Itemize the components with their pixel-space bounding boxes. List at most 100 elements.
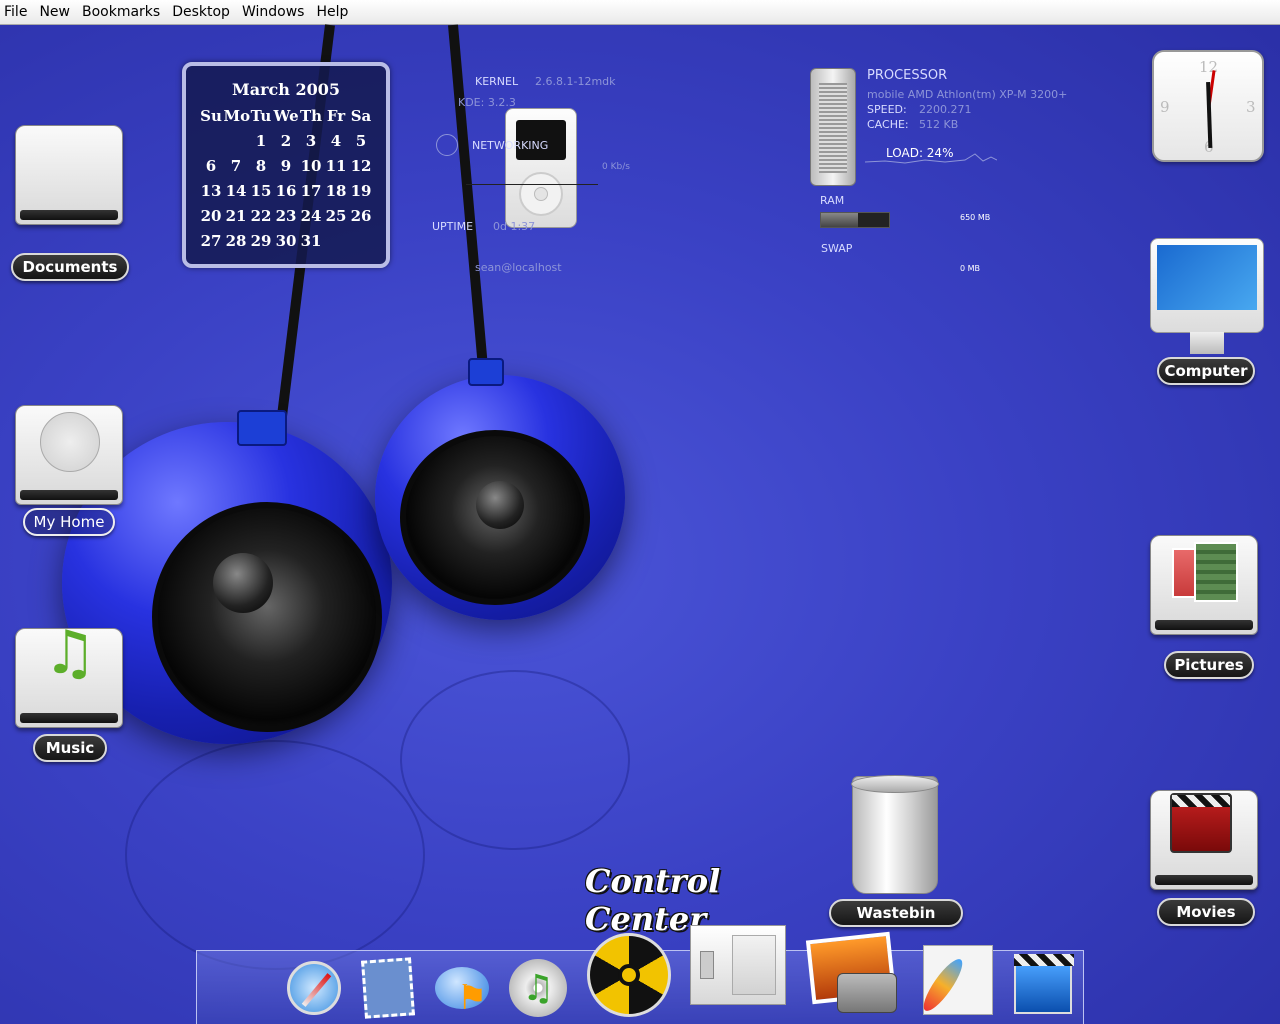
network-graph-line	[466, 184, 598, 185]
speaker-cone	[152, 502, 382, 732]
calendar-day	[324, 232, 349, 250]
calendar-day[interactable]: 12	[349, 157, 374, 175]
dock-movie-icon[interactable]	[1009, 954, 1077, 1019]
dock-mail-icon[interactable]	[357, 957, 419, 1019]
clock-numeral-12: 12	[1199, 58, 1219, 76]
dock-ichat-icon[interactable]: ⚑	[431, 957, 493, 1019]
calendar-weekday: Sa	[350, 107, 372, 125]
calendar-weekday: Su	[200, 107, 222, 125]
calendar-day[interactable]: 4	[324, 132, 349, 150]
ram-value: 650 MB	[960, 213, 991, 222]
speed-label: SPEED:	[867, 103, 907, 116]
calendar-day[interactable]: 11	[324, 157, 349, 175]
calendar-day	[199, 132, 224, 150]
calendar-title: March 2005	[232, 80, 340, 99]
calendar-day[interactable]: 16	[274, 182, 299, 200]
calendar-day[interactable]: 1	[249, 132, 274, 150]
ram-bar	[820, 212, 890, 228]
speaker-reflection	[400, 670, 630, 850]
control-center-title: Control Center	[585, 862, 721, 938]
imac-stand	[1190, 332, 1224, 354]
speaker-dustcap	[213, 553, 273, 613]
ipod-icon	[505, 108, 577, 228]
ram-bar-fill	[821, 213, 859, 227]
processor-title: PROCESSOR	[867, 68, 948, 83]
processor-model: mobile AMD Athlon(tm) XP-M 3200+	[867, 88, 1068, 101]
calendar-widget[interactable]: March 2005 Su Mo Tu We Th Fr Sa 1 2 3 4 5 6 7 8 9 10 11 12…	[182, 62, 390, 268]
calendar-day[interactable]: 10	[299, 157, 324, 175]
desktop-label-my-home: My Home	[23, 508, 115, 536]
calendar-day	[349, 232, 374, 250]
swap-label: SWAP	[821, 242, 853, 255]
uptime-label: UPTIME	[432, 220, 474, 233]
calendar-day[interactable]: 17	[299, 182, 324, 200]
calendar-day[interactable]: 8	[249, 157, 274, 175]
dock-feather-icon[interactable]	[917, 943, 995, 1017]
clapperboard-icon	[1170, 793, 1232, 853]
desktop-label-computer: Computer	[1157, 357, 1255, 385]
calendar-day[interactable]: 18	[324, 182, 349, 200]
calendar-day[interactable]: 9	[274, 157, 299, 175]
calendar-day[interactable]: 5	[349, 132, 374, 150]
calendar-day[interactable]: 29	[249, 232, 274, 250]
calendar-day[interactable]: 25	[324, 207, 349, 225]
photo-icon	[1194, 542, 1238, 602]
speed-value: 2200.271	[919, 103, 972, 116]
cache-value: 512 KB	[919, 118, 959, 131]
speaker-dustcap	[476, 481, 524, 529]
calendar-weekday: Mo	[223, 107, 251, 125]
calendar-day[interactable]: 30	[274, 232, 299, 250]
kernel-label: KERNEL	[475, 75, 519, 88]
calendar-day[interactable]: 13	[199, 182, 224, 200]
speaker-clip	[237, 410, 287, 446]
speaker-right	[375, 375, 625, 620]
calendar-day[interactable]: 27	[199, 232, 224, 250]
menu-desktop[interactable]: Desktop	[172, 4, 236, 20]
calendar-day[interactable]: 26	[349, 207, 374, 225]
menu-file[interactable]: File	[4, 4, 33, 20]
speaker-clip	[468, 358, 504, 386]
kde-version: KDE: 3.2.3	[458, 96, 516, 109]
swap-value: 0 MB	[960, 264, 981, 273]
dock-apple-icon[interactable]	[207, 957, 269, 1019]
menu-help[interactable]: Help	[316, 4, 354, 20]
menu-windows[interactable]: Windows	[242, 4, 311, 20]
dock-safari-icon[interactable]	[283, 957, 345, 1019]
calendar-day[interactable]: 14	[224, 182, 249, 200]
calendar-day[interactable]: 3	[299, 132, 324, 150]
networking-label: NETWORKING	[472, 139, 549, 152]
calendar-day[interactable]: 20	[199, 207, 224, 225]
desktop-label-movies: Movies	[1157, 898, 1255, 926]
calendar-day[interactable]: 22	[249, 207, 274, 225]
kernel-value: 2.6.8.1-12mdk	[535, 75, 616, 88]
calendar-day[interactable]: 24	[299, 207, 324, 225]
network-rate: 0 Kb/s	[602, 162, 630, 172]
imac-icon	[1150, 238, 1264, 333]
calendar-day[interactable]: 21	[224, 207, 249, 225]
dock-iphoto-icon[interactable]	[803, 921, 899, 1015]
calendar-day[interactable]: 31	[299, 232, 324, 250]
calendar-day[interactable]: 7	[224, 157, 249, 175]
menu-bar: File New Bookmarks Desktop Windows Help	[0, 0, 1280, 25]
clock-numeral-3: 3	[1246, 98, 1256, 116]
calendar-day[interactable]: 2	[274, 132, 299, 150]
calendar-day[interactable]: 23	[274, 207, 299, 225]
dock-radiation-icon[interactable]	[585, 931, 673, 1019]
calendar-grid: Su Mo Tu We Th Fr Sa 1 2 3 4 5 6 7 8 9 10 11 12 13 14 15 16 17 1…	[186, 107, 386, 250]
menu-bookmarks[interactable]: Bookmarks	[82, 4, 166, 20]
calendar-day[interactable]: 6	[199, 157, 224, 175]
clock-widget[interactable]: 12 3 6 9	[1152, 50, 1264, 162]
calendar-day[interactable]: 19	[349, 182, 374, 200]
dock-switch-icon[interactable]	[689, 923, 787, 1007]
cpu-load-graph	[865, 153, 997, 164]
calendar-day[interactable]: 28	[224, 232, 249, 250]
dock-itunes-icon[interactable]: ♫	[505, 957, 571, 1019]
desktop-label-documents: Documents	[11, 253, 129, 281]
menu-new[interactable]: New	[39, 4, 76, 20]
ram-label: RAM	[820, 194, 845, 207]
disc-icon	[40, 412, 100, 472]
clock-numeral-9: 9	[1160, 98, 1170, 116]
calendar-day	[224, 132, 249, 150]
calendar-day[interactable]: 15	[249, 182, 274, 200]
dock: ⚑ ♫	[196, 925, 1084, 1024]
